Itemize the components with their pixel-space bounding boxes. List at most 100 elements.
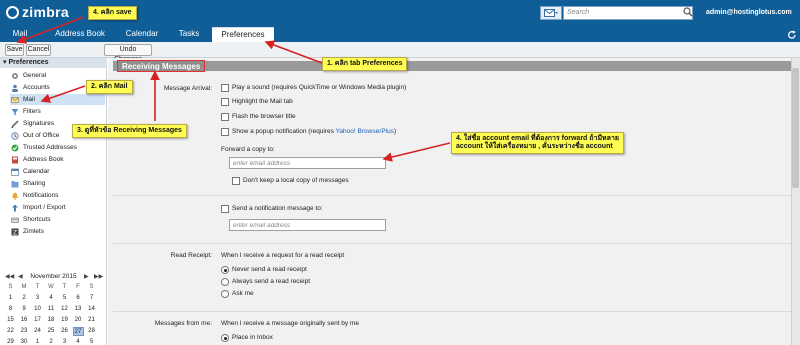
search-input[interactable]: Search (563, 6, 693, 20)
cal-day[interactable]: 9 (19, 305, 30, 314)
sidebar-item-shortcuts[interactable]: Shortcuts (10, 214, 105, 225)
cal-day[interactable]: 17 (32, 316, 43, 325)
cal-day[interactable]: 30 (19, 338, 30, 345)
cal-day[interactable]: 13 (73, 305, 84, 314)
ask-me-radio[interactable] (221, 290, 229, 298)
tab-address-book[interactable]: Address Book (52, 27, 108, 42)
sidebar-item-label: Calendar (23, 168, 50, 175)
cal-day[interactable]: 2 (46, 338, 57, 345)
highlight-tab-option: Highlight the Mail tab (232, 98, 293, 105)
cal-next-year-icon[interactable]: ▶▶ (94, 272, 103, 282)
cal-day[interactable]: 24 (32, 327, 43, 336)
dont-keep-copy-checkbox[interactable] (232, 177, 240, 185)
cal-day-header: T (62, 284, 67, 290)
cal-day[interactable]: 19 (59, 316, 70, 325)
sidebar-item-sharing[interactable]: Sharing (10, 178, 105, 189)
tab-tasks[interactable]: Tasks (174, 27, 204, 42)
flash-title-checkbox[interactable] (221, 113, 229, 121)
sidebar-item-label: Address Book (23, 156, 64, 163)
sidebar-item-label: Shortcuts (23, 216, 51, 223)
cal-day[interactable]: 7 (86, 294, 97, 303)
svg-text:Z: Z (13, 229, 17, 236)
sidebar-item-zimlets[interactable]: Z Zimlets (10, 226, 105, 237)
annotation-step4: 4. คลิก save (88, 6, 137, 20)
search-type-button[interactable] (540, 6, 562, 20)
undo-changes-button[interactable]: Undo Changes (104, 44, 152, 63)
cal-day[interactable]: 28 (86, 327, 97, 336)
scrollbar-thumb[interactable] (792, 68, 799, 188)
popup-notification-checkbox[interactable] (221, 128, 229, 136)
tab-calendar[interactable]: Calendar (122, 27, 162, 42)
cal-day[interactable]: 25 (46, 327, 57, 336)
cal-day[interactable]: 22 (5, 327, 16, 336)
import-icon (12, 204, 18, 212)
popup-text-end: ) (394, 128, 397, 135)
messages-from-me-label: Messages from me: (154, 320, 212, 327)
zimlet-icon: Z (11, 228, 19, 236)
pen-icon (11, 120, 19, 128)
always-send-radio[interactable] (221, 278, 229, 286)
sidebar-header[interactable]: ▾ Preferences (0, 58, 107, 68)
sidebar-item-trusted-addresses[interactable]: Trusted Addresses (10, 142, 105, 153)
play-sound-option: Play a sound (requires QuickTime or Wind… (232, 84, 407, 91)
sidebar-item-label: Mail (23, 96, 35, 103)
notification-message-checkbox[interactable] (221, 205, 229, 213)
cal-day[interactable]: 18 (46, 316, 57, 325)
cancel-button[interactable]: Cancel (26, 44, 51, 56)
tab-mail[interactable]: Mail (6, 27, 34, 42)
annotation-step2: 2. คลิก Mail (86, 80, 133, 94)
highlight-tab-checkbox[interactable] (221, 98, 229, 106)
sidebar-item-address-book[interactable]: Address Book (10, 154, 105, 165)
cal-month-title: November 2015 (30, 273, 77, 280)
dont-keep-copy-option: Don't keep a local copy of messages (243, 177, 349, 184)
play-sound-checkbox[interactable] (221, 84, 229, 92)
cal-day[interactable]: 26 (59, 327, 70, 336)
cal-day[interactable]: 8 (5, 305, 16, 314)
cal-day[interactable]: 5 (86, 338, 97, 345)
cal-day[interactable]: 2 (19, 294, 30, 303)
browserplus-link[interactable]: Yahoo! BrowserPlus (336, 128, 394, 135)
cal-day[interactable]: 4 (46, 294, 57, 303)
sidebar-item-label: Import / Export (23, 204, 66, 211)
cal-day[interactable]: 1 (32, 338, 43, 345)
sidebar-item-import-export[interactable]: Import / Export (10, 202, 105, 213)
save-button[interactable]: Save (5, 44, 24, 56)
sidebar-header-label: Preferences (8, 59, 49, 66)
read-receipt-label: Read Receipt: (170, 252, 212, 259)
forward-email-input[interactable]: enter email address (229, 157, 386, 169)
cal-day[interactable]: 3 (32, 294, 43, 303)
cal-day[interactable]: 10 (32, 305, 43, 314)
cal-day[interactable]: 23 (19, 327, 30, 336)
cal-day[interactable]: 4 (73, 338, 84, 345)
notification-email-input[interactable]: enter email address (229, 219, 386, 231)
cal-next-month-icon[interactable]: ▶ (84, 272, 89, 282)
cal-day[interactable]: 6 (73, 294, 84, 303)
cal-day-header: S (8, 284, 13, 290)
cal-day[interactable]: 29 (5, 338, 16, 345)
sidebar-item-mail[interactable]: Mail (10, 94, 105, 105)
cal-day[interactable]: 27 (72, 327, 84, 336)
search-icon[interactable] (683, 7, 693, 17)
cal-day[interactable]: 1 (5, 294, 16, 303)
cal-day[interactable]: 16 (19, 316, 30, 325)
never-send-radio[interactable] (221, 266, 229, 274)
sidebar-item-calendar[interactable]: Calendar (10, 166, 105, 177)
sidebar-item-filters[interactable]: Filters (10, 106, 105, 117)
cal-day[interactable]: 5 (59, 294, 70, 303)
cal-day[interactable]: 21 (86, 316, 97, 325)
tab-preferences[interactable]: Preferences (212, 27, 274, 42)
cal-day-header: T (35, 284, 40, 290)
refresh-icon[interactable] (787, 30, 797, 40)
sidebar-item-notifications[interactable]: Notifications (10, 190, 105, 201)
cal-day[interactable]: 20 (73, 316, 84, 325)
cal-day[interactable]: 15 (5, 316, 16, 325)
cal-day[interactable]: 14 (86, 305, 97, 314)
cal-day[interactable]: 3 (59, 338, 70, 345)
zimbra-logo[interactable]: zimbra (6, 4, 69, 20)
cal-day[interactable]: 11 (46, 305, 57, 314)
cal-day[interactable]: 12 (59, 305, 70, 314)
messages-from-me-intro: When I receive a message originally sent… (221, 320, 360, 327)
user-account[interactable]: admin@hostinglotus.com (706, 9, 792, 16)
logo-text: zimbra (22, 4, 69, 20)
place-in-inbox-radio[interactable] (221, 334, 229, 342)
